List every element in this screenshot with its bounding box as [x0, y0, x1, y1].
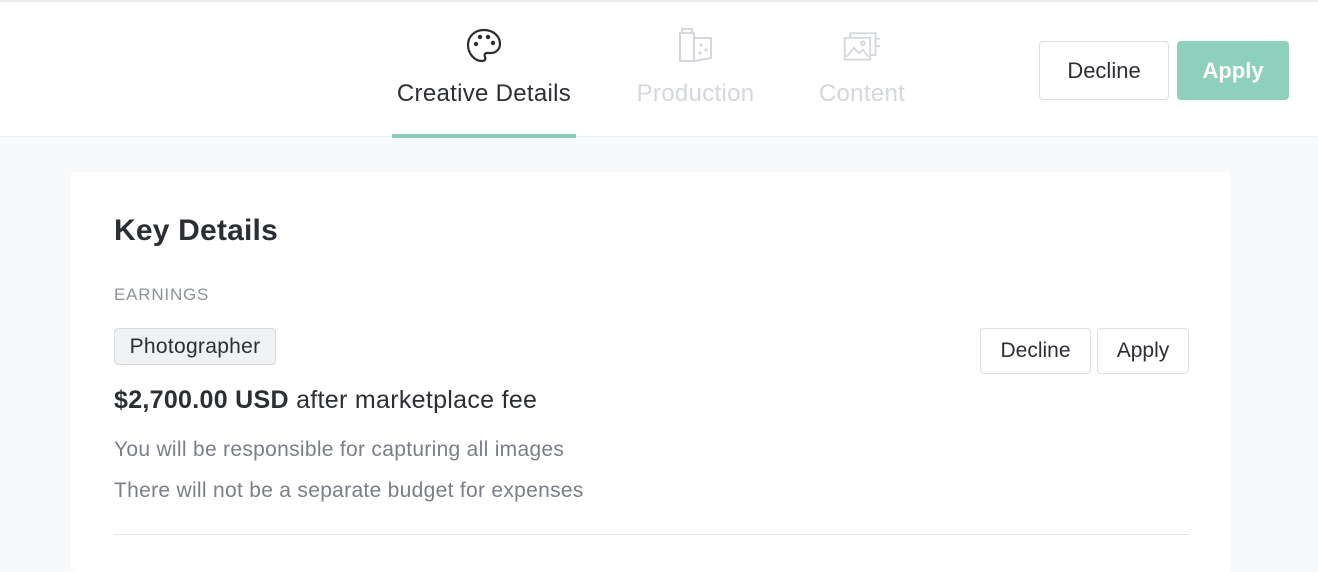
- tab-label: Content: [818, 80, 906, 107]
- earnings-section-label: EARNINGS: [114, 285, 210, 304]
- role-tag: Photographer: [114, 328, 276, 365]
- tab-content[interactable]: Content: [814, 2, 910, 137]
- top-nav-bar: Creative Details Production Content Decl…: [0, 0, 1318, 138]
- divider: [114, 534, 1189, 535]
- card-title: Key Details: [114, 214, 278, 247]
- production-icon: [676, 26, 716, 66]
- tab-production[interactable]: Production: [630, 2, 761, 137]
- earnings-amount: $2,700.00 USD: [114, 386, 289, 414]
- active-tab-underline: [392, 134, 576, 138]
- key-details-card: Key Details EARNINGS Photographer $2,700…: [71, 172, 1231, 572]
- tab-label: Creative Details: [396, 80, 572, 107]
- image-gallery-icon: [842, 26, 882, 66]
- earnings-suffix: after marketplace fee: [288, 386, 538, 414]
- earnings-line: $2,700.00 USD after marketplace fee: [114, 386, 537, 415]
- tab-creative-details[interactable]: Creative Details: [392, 2, 576, 138]
- tab-label: Production: [636, 80, 755, 107]
- responsibility-note: You will be responsible for capturing al…: [114, 438, 565, 461]
- decline-button[interactable]: Decline: [1039, 41, 1169, 100]
- palette-icon: [464, 26, 504, 66]
- role-apply-button[interactable]: Apply: [1097, 328, 1189, 374]
- budget-note: There will not be a separate budget for …: [114, 479, 584, 502]
- apply-button[interactable]: Apply: [1177, 41, 1289, 100]
- role-decline-button[interactable]: Decline: [980, 328, 1091, 374]
